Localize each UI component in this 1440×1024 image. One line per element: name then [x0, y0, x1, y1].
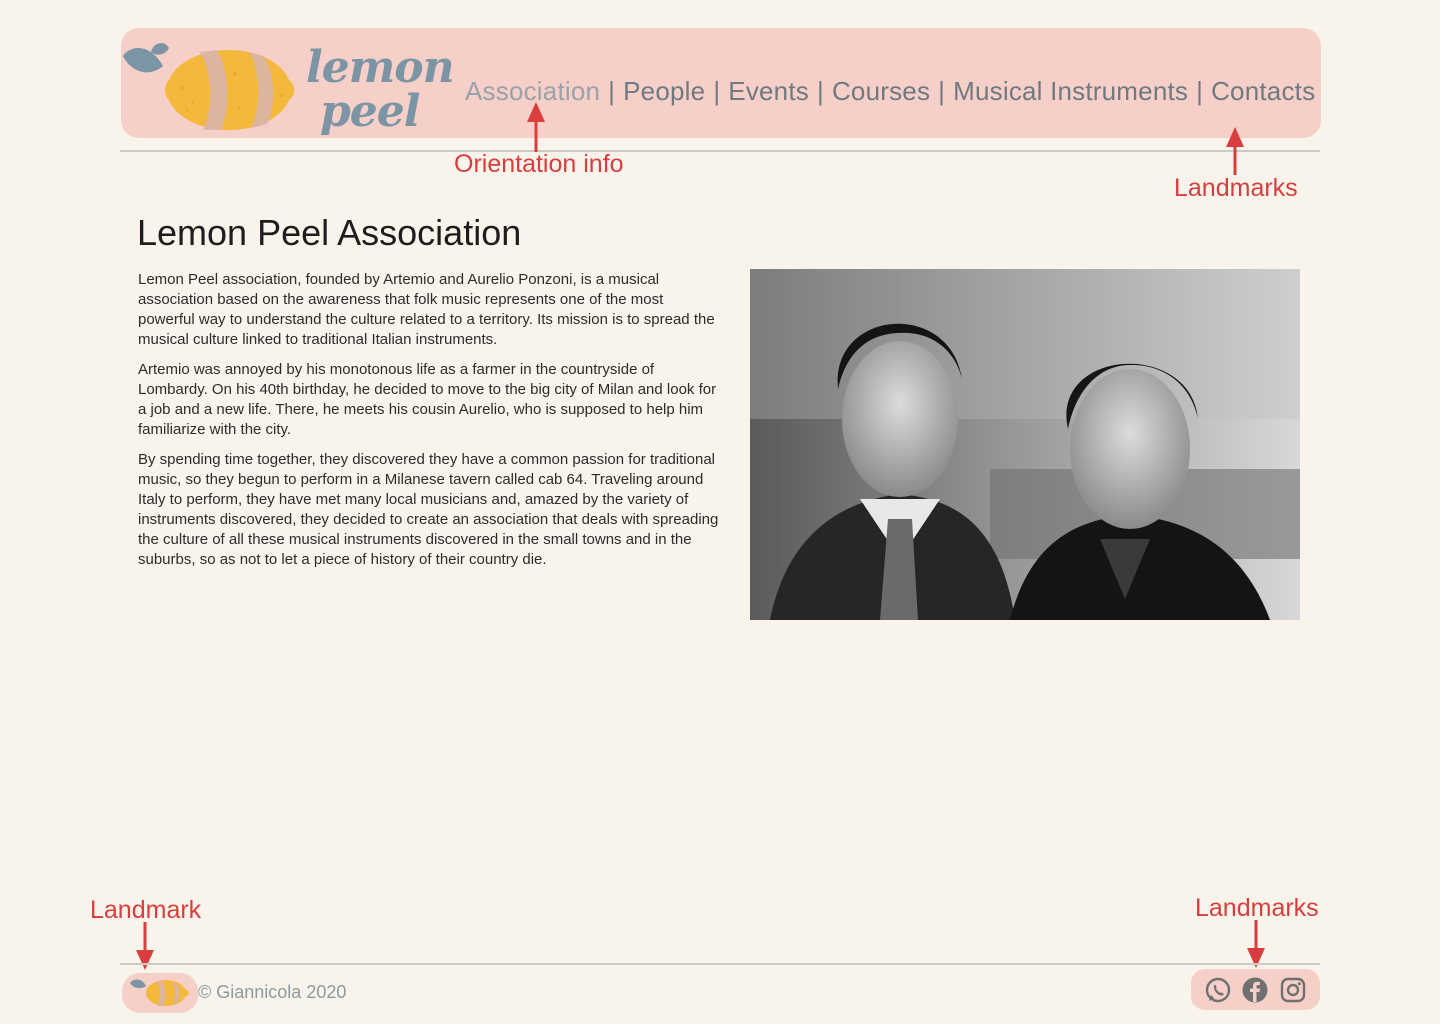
footer-logo[interactable]	[122, 973, 198, 1013]
nav-separator: |	[816, 75, 824, 106]
logo-wordmark: lemon peel	[306, 42, 455, 137]
logo-line-1: lemon	[306, 42, 455, 93]
landmarks-footer-arrow-icon	[1247, 920, 1265, 968]
founders-photo	[750, 269, 1300, 620]
nav-separator: |	[713, 75, 721, 106]
landmarks-arrow-icon	[1226, 127, 1244, 175]
lemon-peel-logo[interactable]: lemon peel	[121, 38, 455, 138]
copyright-text: © Giannicola 2020	[198, 982, 347, 1002]
nav-contacts[interactable]: Contacts	[1211, 76, 1315, 107]
whatsapp-icon[interactable]	[1204, 976, 1232, 1004]
paragraph: Artemio was annoyed by his monotonous li…	[138, 361, 717, 438]
lemon-logo-icon	[130, 979, 189, 1006]
logo-line-2: peel	[320, 86, 420, 137]
association-description: Lemon Peel association, founded by Artem…	[138, 270, 723, 580]
nav-courses[interactable]: Courses	[832, 76, 930, 107]
annotation-orientation-info: Orientation info	[454, 150, 624, 178]
paragraph: By spending time together, they discover…	[138, 451, 719, 568]
site-header: lemon peel Association | People | Events…	[121, 28, 1321, 138]
facebook-icon[interactable]	[1241, 976, 1269, 1004]
footer-divider	[120, 963, 1320, 965]
nav-musical-instruments[interactable]: Musical Instruments	[953, 76, 1188, 107]
instagram-icon[interactable]	[1279, 976, 1307, 1004]
header-divider	[120, 150, 1320, 152]
page-title: Lemon Peel Association	[137, 212, 522, 253]
annotation-landmark-footer: Landmark	[90, 896, 202, 924]
social-links	[1191, 969, 1320, 1010]
nav-separator: |	[608, 75, 616, 106]
nav-events[interactable]: Events	[728, 76, 809, 107]
nav-separator: |	[1196, 75, 1204, 106]
main-navigation: Association | People | Events | Courses …	[465, 74, 1315, 108]
nav-separator: |	[938, 75, 946, 106]
annotation-landmarks-top: Landmarks	[1174, 174, 1298, 202]
orientation-arrow-icon	[527, 102, 545, 152]
annotation-landmarks-footer: Landmarks	[1195, 894, 1319, 922]
nav-people[interactable]: People	[623, 76, 705, 107]
paragraph: Lemon Peel association, founded by Artem…	[138, 271, 715, 348]
lemon-logo-icon	[123, 43, 295, 130]
